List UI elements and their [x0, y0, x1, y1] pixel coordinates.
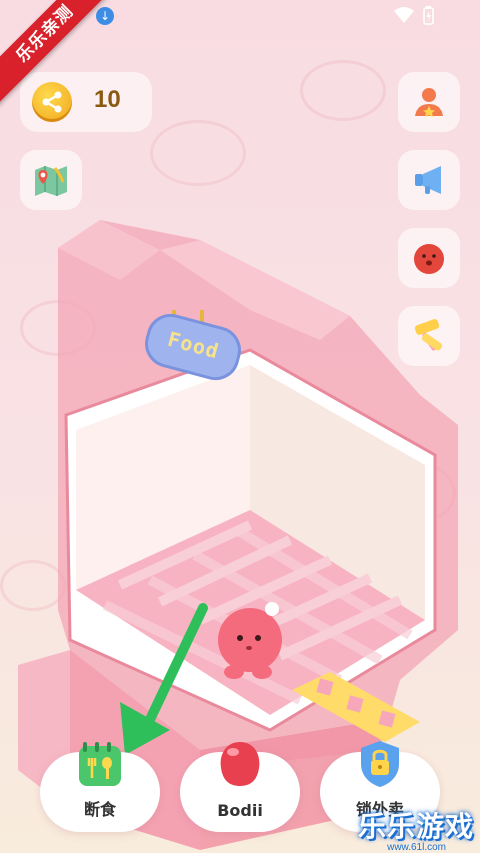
- announce-button[interactable]: [398, 150, 460, 210]
- person-star-icon: [415, 88, 443, 117]
- nav-fasting-label: 断食: [83, 800, 116, 819]
- nav-bodii-label: Bodii: [217, 801, 263, 820]
- download-icon: ↓: [96, 7, 114, 25]
- nav-bodii-button[interactable]: Bodii: [180, 742, 300, 832]
- bg-pattern: [300, 60, 386, 121]
- profile-button[interactable]: [398, 72, 460, 132]
- coin-count: 10: [94, 86, 121, 113]
- watermark-url: www.61l.com: [387, 842, 446, 853]
- bg-pattern: [150, 120, 246, 186]
- map-pin-icon: [35, 166, 67, 196]
- megaphone-icon: [415, 166, 441, 194]
- coin-balance-panel[interactable]: 10: [20, 72, 152, 132]
- red-blob-icon: [215, 738, 265, 794]
- map-button[interactable]: [20, 150, 82, 210]
- nav-fasting-button[interactable]: 断食: [40, 742, 160, 832]
- watermark-logo: 乐乐游戏: [357, 810, 474, 843]
- calendar-fork-spoon-icon: [75, 738, 125, 794]
- food-sign-text: Food: [165, 326, 222, 364]
- status-icons: [392, 5, 448, 31]
- share-coin-icon: [32, 82, 72, 122]
- shield-lock-icon: [355, 738, 405, 794]
